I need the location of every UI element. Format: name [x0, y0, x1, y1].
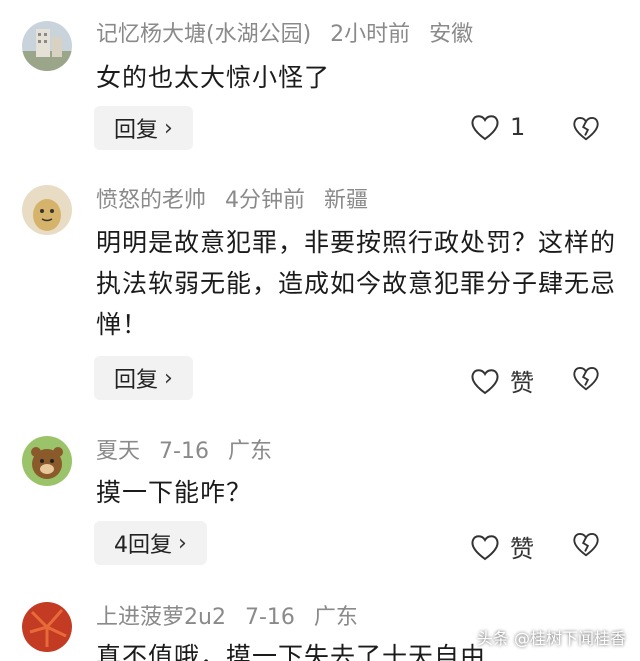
heart-outline-icon	[471, 115, 499, 141]
heart-outline-icon	[471, 368, 499, 394]
like-label: 赞	[510, 369, 534, 397]
username[interactable]: 愤怒的老帅	[96, 188, 206, 213]
username[interactable]: 记忆杨大塘(水湖公园)	[96, 22, 311, 47]
avatar[interactable]	[22, 185, 72, 235]
comment-meta: 记忆杨大塘(水湖公园) 2小时前 安徽	[96, 20, 485, 50]
username[interactable]: 上进菠萝2u2	[96, 605, 226, 630]
comment-feed: 记忆杨大塘(水湖公园) 2小时前 安徽 女的也太大惊小怪了 回复 › 1 愤怒的…	[0, 0, 640, 661]
comment-meta: 夏天 7-16 广东	[96, 437, 284, 467]
avatar[interactable]	[22, 602, 72, 652]
location: 安徽	[429, 22, 474, 47]
chevron-right-icon: ›	[164, 365, 173, 391]
reply-button[interactable]: 4回复 ›	[94, 521, 207, 565]
location: 广东	[313, 605, 358, 630]
reply-label: 回复	[114, 118, 159, 143]
broken-heart-icon[interactable]	[572, 114, 600, 142]
broken-heart-icon[interactable]	[572, 364, 600, 392]
timestamp: 7-16	[159, 439, 209, 464]
like-label: 赞	[510, 535, 534, 563]
comment-meta: 愤怒的老帅 4分钟前 新疆	[96, 186, 380, 216]
broken-heart-icon[interactable]	[572, 530, 600, 558]
chevron-right-icon: ›	[164, 115, 173, 141]
timestamp: 4分钟前	[225, 188, 306, 213]
comment-text: 女的也太大惊小怪了	[96, 63, 331, 92]
reply-label: 回复	[114, 368, 159, 393]
timestamp: 2小时前	[330, 22, 411, 47]
reply-label: 4回复	[114, 533, 172, 558]
heart-outline-icon	[471, 534, 499, 560]
location: 新疆	[324, 188, 369, 213]
timestamp: 7-16	[244, 605, 295, 630]
like-count: 1	[510, 113, 526, 141]
comment-text: 明明是故意犯罪，非要按照行政处罚？这样的执法软弱无能，造成如今故意犯罪分子肆无忌…	[96, 228, 617, 339]
comment-meta: 上进菠萝2u2 7-16 广东	[96, 603, 370, 633]
reply-button[interactable]: 回复 ›	[94, 106, 193, 150]
avatar[interactable]	[22, 436, 72, 486]
like-button[interactable]: 1	[470, 113, 525, 141]
chevron-right-icon: ›	[178, 530, 187, 556]
username[interactable]: 夏天	[96, 439, 140, 464]
comment-text: 摸一下能咋？	[96, 478, 253, 507]
reply-button[interactable]: 回复 ›	[94, 356, 193, 400]
like-button[interactable]: 赞	[470, 363, 534, 398]
avatar[interactable]	[22, 21, 72, 71]
location: 广东	[227, 439, 272, 464]
watermark: 头条 @桂树下闻桂香	[476, 629, 626, 648]
like-button[interactable]: 赞	[470, 529, 534, 564]
